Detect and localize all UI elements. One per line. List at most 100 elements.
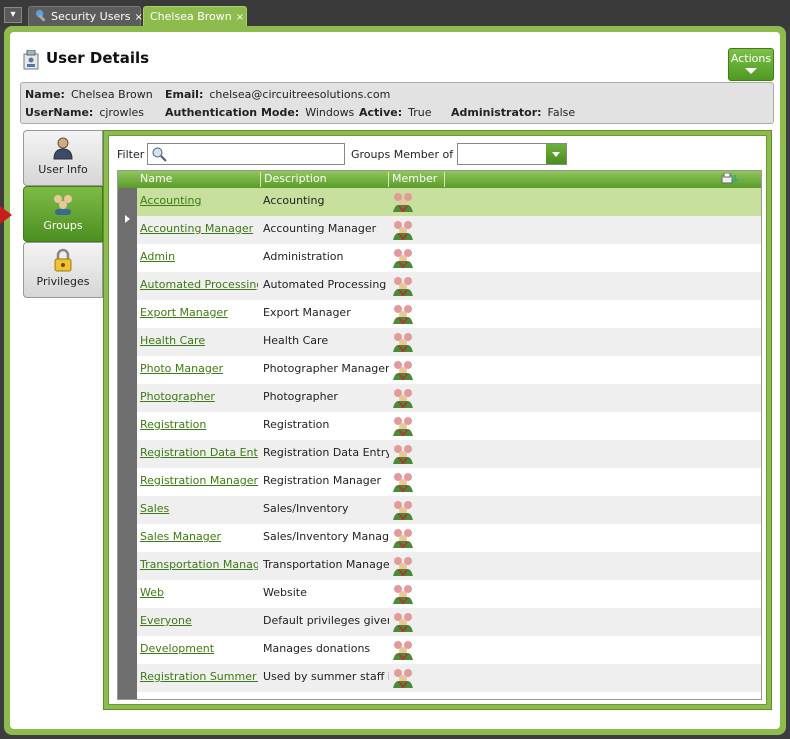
table-row[interactable]: Photographer Photographer (137, 384, 761, 412)
row-selector-column (118, 188, 137, 699)
group-description: Manages donations (263, 642, 371, 655)
group-name-link[interactable]: Accounting Manager (140, 222, 258, 235)
grid-header: Name Description Member (118, 171, 761, 188)
selected-tab-indicator (0, 206, 12, 224)
group-description: Default privileges given... (263, 614, 389, 627)
member-group-icon[interactable] (391, 303, 415, 325)
page-title: User Details (46, 49, 150, 67)
table-row[interactable]: Accounting Accounting (137, 188, 761, 216)
member-group-icon[interactable] (391, 527, 415, 549)
print-export-icon[interactable] (721, 173, 741, 185)
group-name-link[interactable]: Registration (140, 418, 258, 431)
table-row[interactable]: Admin Administration (137, 244, 761, 272)
filter-input[interactable] (147, 143, 345, 165)
user-icon (53, 137, 73, 160)
group-description: Photographer Manager (263, 362, 389, 375)
close-icon[interactable]: × (134, 12, 142, 23)
close-icon[interactable]: × (236, 12, 244, 23)
member-group-icon[interactable] (391, 583, 415, 605)
groups-panel: Filter Groups Member of Name Description… (103, 130, 772, 710)
group-name-link[interactable]: Automated Processing (140, 278, 258, 291)
table-row[interactable]: Automated Processing Automated Processing (137, 272, 761, 300)
member-group-icon[interactable] (391, 191, 415, 213)
table-row[interactable]: Registration Data Entry Registration Data… (137, 440, 761, 468)
table-row[interactable]: Accounting Manager Accounting Manager (137, 216, 761, 244)
table-row[interactable]: Transportation Manager Transportation Man… (137, 552, 761, 580)
group-description: Accounting Manager (263, 222, 377, 235)
tab-groups[interactable]: Groups (23, 186, 103, 242)
group-name-link[interactable]: Web (140, 586, 258, 599)
groups-grid: Name Description Member Accounting Accoun… (117, 170, 762, 700)
group-name-link[interactable]: Health Care (140, 334, 258, 347)
member-group-icon[interactable] (391, 247, 415, 269)
group-name-link[interactable]: Photo Manager (140, 362, 258, 375)
tab-label: Security Users (51, 10, 131, 23)
member-group-icon[interactable] (391, 443, 415, 465)
table-row[interactable]: Photo Manager Photographer Manager (137, 356, 761, 384)
group-name-link[interactable]: Admin (140, 250, 258, 263)
tab-label: Privileges (36, 275, 90, 288)
group-name-link[interactable]: Registration Summer S... (140, 670, 258, 683)
groups-panel-content: Filter Groups Member of Name Description… (108, 135, 767, 705)
tab-chelsea-brown[interactable]: Chelsea Brown × (143, 6, 247, 27)
tab-menu-button[interactable]: ▾ (4, 7, 22, 23)
group-name-link[interactable]: Registration Data Entry (140, 446, 258, 459)
member-group-icon[interactable] (391, 639, 415, 661)
table-row[interactable]: Registration Registration (137, 412, 761, 440)
table-row[interactable]: Sales Sales/Inventory (137, 496, 761, 524)
group-description: Accounting (263, 194, 325, 207)
member-group-icon[interactable] (391, 331, 415, 353)
table-row[interactable]: Everyone Default privileges given... (137, 608, 761, 636)
group-description: Administration (263, 250, 344, 263)
member-group-icon[interactable] (391, 667, 415, 689)
member-group-icon[interactable] (391, 219, 415, 241)
table-row[interactable]: Sales Manager Sales/Inventory Manager (137, 524, 761, 552)
actions-button[interactable]: Actions (728, 48, 774, 81)
column-header-name[interactable]: Name (137, 172, 261, 187)
table-row[interactable]: Development Manages donations (137, 636, 761, 664)
wrench-icon (35, 9, 46, 22)
group-description: Automated Processing (263, 278, 387, 291)
user-info-summary: Name: Chelsea Brown Email: chelsea@circuit… (20, 82, 774, 124)
tab-security-users[interactable]: Security Users × (28, 6, 143, 27)
group-name-link[interactable]: Transportation Manager (140, 558, 258, 571)
member-group-icon[interactable] (391, 611, 415, 633)
groups-icon (54, 195, 72, 215)
group-name-link[interactable]: Registration Manager (140, 474, 258, 487)
member-group-icon[interactable] (391, 499, 415, 521)
chevron-down-icon[interactable] (546, 144, 566, 164)
member-group-icon[interactable] (391, 387, 415, 409)
member-group-icon[interactable] (391, 359, 415, 381)
table-row[interactable]: Health Care Health Care (137, 328, 761, 356)
member-group-icon[interactable] (391, 415, 415, 437)
group-description: Website (263, 586, 307, 599)
member-group-icon[interactable] (391, 555, 415, 577)
group-description: Sales/Inventory Manager (263, 530, 389, 543)
member-group-icon[interactable] (391, 471, 415, 493)
group-name-link[interactable]: Everyone (140, 614, 258, 627)
table-row[interactable]: Web Website (137, 580, 761, 608)
group-name-link[interactable]: Sales Manager (140, 530, 258, 543)
group-name-link[interactable]: Export Manager (140, 306, 258, 319)
group-description: Health Care (263, 334, 329, 347)
group-description: Registration (263, 418, 330, 431)
member-group-icon[interactable] (391, 275, 415, 297)
group-name-link[interactable]: Development (140, 642, 258, 655)
group-name-link[interactable]: Sales (140, 502, 258, 515)
group-name-link[interactable]: Photographer (140, 390, 258, 403)
name-field: Name: Chelsea Brown (25, 88, 153, 101)
table-row[interactable]: Registration Summer S... Used by summer s… (137, 664, 761, 692)
tab-privileges[interactable]: Privileges (23, 242, 103, 298)
tab-label: Groups (43, 219, 83, 232)
email-field: Email: chelsea@circuitreesolutions.com (165, 88, 391, 101)
group-description: Registration Manager (263, 474, 382, 487)
table-row[interactable]: Export Manager Export Manager (137, 300, 761, 328)
column-header-member[interactable]: Member (389, 172, 445, 187)
group-name-link[interactable]: Accounting (140, 194, 258, 207)
grid-body: Accounting Accounting Accounting Manager Ac… (137, 188, 761, 699)
table-row[interactable]: Registration Manager Registration Manager (137, 468, 761, 496)
groups-member-of-select[interactable] (457, 143, 567, 165)
column-header-description[interactable]: Description (261, 172, 389, 187)
tab-user-info[interactable]: User Info (23, 130, 103, 186)
group-description: Used by summer staff i... (263, 670, 389, 683)
